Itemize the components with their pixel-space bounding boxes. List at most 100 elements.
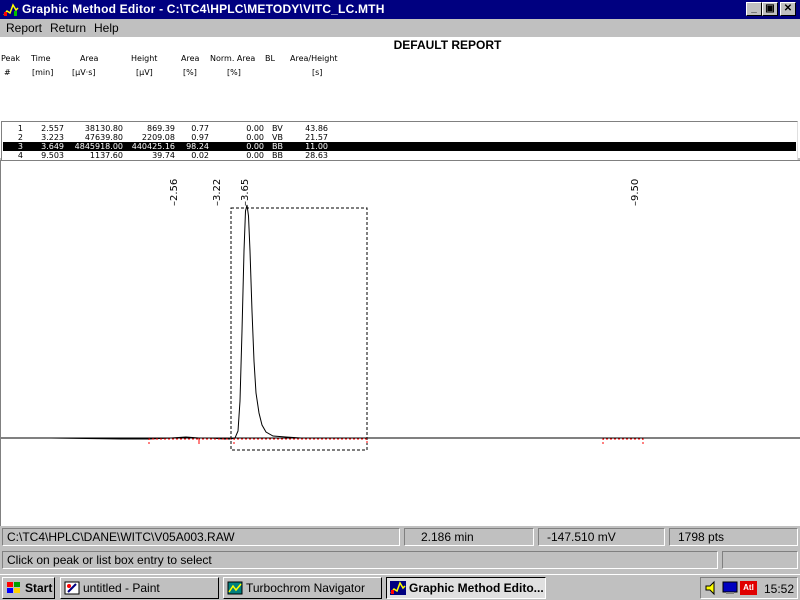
speaker-icon[interactable] <box>704 580 720 596</box>
header-peak-unit: # <box>4 68 11 77</box>
peak-cell-peak: 1 <box>17 124 23 133</box>
peak-cell-area-pct: 0.97 <box>191 133 209 142</box>
peak-cell-bl: VB <box>272 133 283 142</box>
peak-cell-bl: BB <box>272 151 283 160</box>
task-paint[interactable]: untitled - Paint <box>60 577 219 599</box>
task-paint-label: untitled - Paint <box>83 581 160 595</box>
peak-cell-peak: 4 <box>17 151 23 160</box>
peak-cell-time: 3.649 <box>41 142 64 151</box>
peak-cell-time: 9.503 <box>41 151 64 160</box>
baseline-peak-3 <box>233 438 368 444</box>
peak-cell-height: 39.74 <box>152 151 175 160</box>
title-bar[interactable]: Graphic Method Editor - C:\TC4\HPLC\METO… <box>0 0 800 19</box>
peak-row[interactable]: 2 3.223 47639.80 2209.08 0.97 0.00 VB 21.57 <box>3 133 796 142</box>
peak-label-3[interactable]: –3.65 <box>240 179 251 206</box>
taskbar: Start untitled - Paint Turbochrom Naviga… <box>0 574 800 600</box>
peak-cell-height: 440425.16 <box>131 142 175 151</box>
peak-cell-area: 4845918.00 <box>74 142 123 151</box>
header-area-unit: [μV·s] <box>72 68 96 77</box>
task-turbochrom-navigator[interactable]: Turbochrom Navigator <box>223 577 382 599</box>
navigator-icon <box>227 581 243 595</box>
peak-cell-norm-area: 0.00 <box>246 133 264 142</box>
task-gme-label: Graphic Method Edito... <box>409 581 544 595</box>
report-title: DEFAULT REPORT <box>393 38 502 52</box>
peak-cell-norm-area: 0.00 <box>246 151 264 160</box>
svg-text:–2.56: –2.56 <box>169 179 180 206</box>
menu-return[interactable]: Return <box>50 21 86 35</box>
paint-icon <box>64 581 80 595</box>
peak-label-2[interactable]: –3.22 <box>212 179 223 206</box>
header-time: Time <box>31 54 51 63</box>
start-label: Start <box>25 581 53 595</box>
peak-row[interactable]: 3 3.649 4845918.00 440425.16 98.24 0.00 BB 11.0… <box>3 142 796 151</box>
peak-row[interactable]: 1 2.557 38130.80 869.39 0.77 0.00 BV 43.86 <box>3 124 796 133</box>
clock[interactable]: 15:52 <box>764 582 794 596</box>
app-icon[interactable] <box>3 2 19 17</box>
peak-label-1[interactable]: –2.56 <box>169 179 180 206</box>
baseline-markers <box>148 438 644 444</box>
header-bl: BL <box>265 54 275 63</box>
peak-cell-area-pct: 98.24 <box>186 142 209 151</box>
status-signal: -147.510 mV <box>538 528 665 546</box>
task-graphic-method-editor[interactable]: Graphic Method Edito... <box>386 577 546 599</box>
status-hint: Click on peak or list box entry to selec… <box>2 551 718 569</box>
window-title: Graphic Method Editor - C:\TC4\HPLC\METO… <box>22 2 385 16</box>
peak-cell-area-height: 28.63 <box>305 151 328 160</box>
peak-cell-area: 47639.80 <box>84 133 123 142</box>
header-peak: Peak <box>1 54 20 63</box>
peak-cell-area-height: 43.86 <box>305 124 328 133</box>
svg-text:–9.50: –9.50 <box>630 179 641 206</box>
ati-tray-icon[interactable]: Atl <box>740 581 757 595</box>
peak-cell-peak: 2 <box>17 133 23 142</box>
peak-cell-area-height: 11.00 <box>305 142 328 151</box>
baseline-peak-1 <box>148 438 200 444</box>
start-button[interactable]: Start <box>2 577 55 599</box>
peak-cell-norm-area: 0.00 <box>246 124 264 133</box>
baseline-peak-2 <box>198 438 231 444</box>
chromatogram-panel[interactable]: –2.56 –3.22 –3.65 –9.50 <box>0 160 800 526</box>
baseline-peak-4 <box>602 438 644 444</box>
peak-cell-bl: BV <box>272 124 283 133</box>
network-monitor-icon[interactable] <box>722 580 738 596</box>
graphic-method-editor-window: Graphic Method Editor - C:\TC4\HPLC\METO… <box>0 0 800 574</box>
minimize-button[interactable]: _ <box>746 2 762 16</box>
header-area-pct: Area <box>181 54 200 63</box>
windows-logo-icon <box>7 582 20 593</box>
peak-cell-time: 3.223 <box>41 133 64 142</box>
report-panel: DEFAULT REPORT Peak # Time [min] Area [μ… <box>0 37 800 192</box>
header-norm-area: Norm. Area <box>210 54 256 63</box>
header-norm-area-unit: [%] <box>227 68 241 77</box>
header-area-height: Area/Height <box>290 54 338 63</box>
peak-cell-time: 2.557 <box>41 124 64 133</box>
restore-button[interactable]: ▣ <box>762 2 778 16</box>
peak-cell-bl: BB <box>272 142 283 151</box>
status-points: 1798 pts <box>669 528 798 546</box>
task-turbochrom-label: Turbochrom Navigator <box>246 581 365 595</box>
header-area-pct-unit: [%] <box>183 68 197 77</box>
peak-cell-area: 1137.60 <box>89 151 123 160</box>
menu-help[interactable]: Help <box>94 21 119 35</box>
peak-cell-area: 38130.80 <box>84 124 123 133</box>
menu-report[interactable]: Report <box>6 21 42 35</box>
header-time-unit: [min] <box>32 68 54 77</box>
status-time: 2.186 min <box>404 528 534 546</box>
graphic-method-editor-icon <box>390 581 406 595</box>
peak-cell-norm-area: 0.00 <box>246 142 264 151</box>
header-area-height-unit: [s] <box>312 68 323 77</box>
header-area: Area <box>80 54 99 63</box>
peak-cell-area-height: 21.57 <box>305 133 328 142</box>
status-extra <box>722 551 798 569</box>
svg-text:–3.22: –3.22 <box>212 179 223 206</box>
peak-label-4[interactable]: –9.50 <box>630 179 641 206</box>
peak-cell-area-pct: 0.77 <box>191 124 209 133</box>
peak-selection-box[interactable] <box>230 207 368 451</box>
peak-row[interactable]: 4 9.503 1137.60 39.74 0.02 0.00 BB 28.63 <box>3 151 796 160</box>
header-height-unit: [μV] <box>136 68 153 77</box>
peak-cell-peak: 3 <box>17 142 23 151</box>
chromatogram-plot[interactable]: –2.56 –3.22 –3.65 –9.50 <box>1 161 800 526</box>
peak-cell-height: 2209.08 <box>141 133 175 142</box>
peak-labels: –2.56 –3.22 –3.65 –9.50 <box>169 179 641 206</box>
close-button[interactable]: ✕ <box>780 2 796 16</box>
system-tray: Atl 15:52 <box>700 577 798 599</box>
peak-cell-area-pct: 0.02 <box>191 151 209 160</box>
